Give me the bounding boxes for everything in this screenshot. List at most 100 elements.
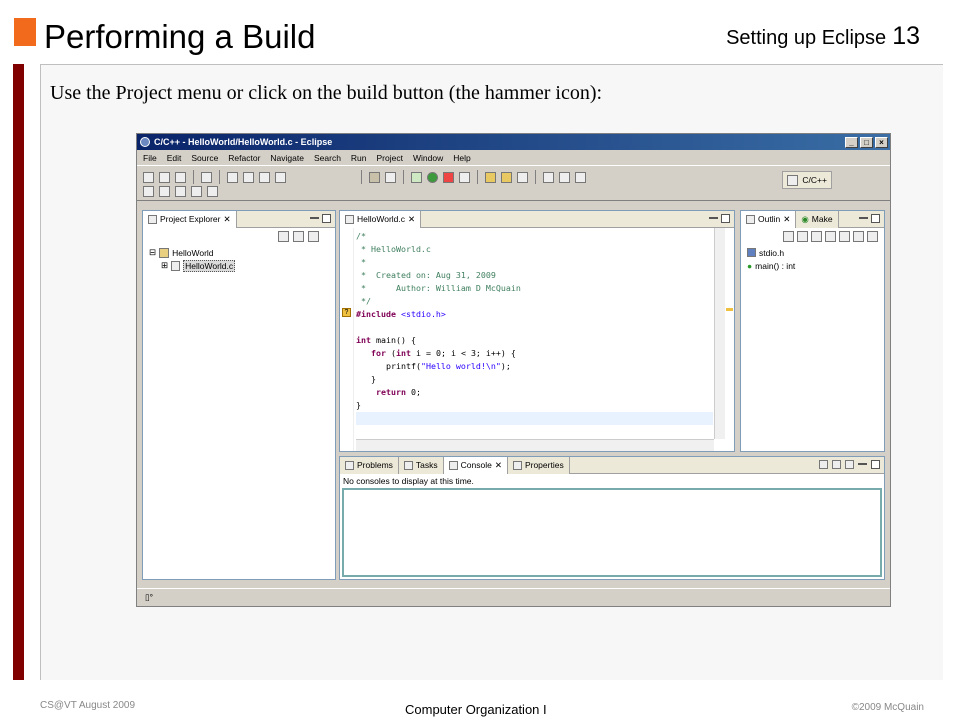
toolbar-separator (219, 170, 220, 184)
outline-item-function[interactable]: ● main() : int (741, 259, 884, 272)
tab-make[interactable]: ◉ Make (796, 210, 839, 228)
outline-item-include[interactable]: stdio.h (741, 246, 884, 259)
menu-help[interactable]: Help (453, 153, 470, 163)
editor-vertical-scrollbar[interactable] (714, 228, 725, 439)
link-editor-icon[interactable] (293, 231, 304, 242)
profile-icon[interactable] (459, 171, 470, 183)
menu-edit[interactable]: Edit (167, 153, 182, 163)
view-menu-icon[interactable] (867, 231, 878, 242)
minimize-panel-icon[interactable] (709, 217, 718, 220)
code-token: return (375, 387, 406, 397)
hide-nonpublic-icon[interactable] (839, 231, 850, 242)
sort-icon[interactable] (797, 231, 808, 242)
tab-make-label: Make (811, 214, 833, 224)
menu-bar: File Edit Source Refactor Navigate Searc… (137, 150, 890, 165)
perspective-switcher[interactable]: C/C++ (782, 171, 832, 189)
back-arrow-icon[interactable] (191, 186, 202, 197)
tab-console[interactable]: Console ✕ (443, 456, 508, 474)
pencil-icon[interactable] (517, 171, 528, 183)
menu-window[interactable]: Window (413, 153, 443, 163)
code-line: */ (356, 296, 371, 306)
toggle-icon[interactable] (559, 171, 570, 183)
menu-file[interactable]: File (143, 153, 157, 163)
new-c-file-icon[interactable] (259, 171, 270, 183)
tab-outline[interactable]: Outlin ✕ (741, 210, 797, 228)
close-window-button[interactable]: × (875, 136, 888, 148)
close-tab-icon[interactable]: ✕ (495, 460, 502, 471)
menu-navigate[interactable]: Navigate (270, 153, 304, 163)
tab-tasks[interactable]: Tasks (398, 456, 444, 474)
tab-project-explorer[interactable]: Project Explorer ✕ (143, 210, 237, 228)
hammer-build-icon[interactable] (369, 171, 380, 183)
minimize-panel-icon[interactable] (859, 217, 868, 220)
forward-arrow-icon[interactable] (207, 186, 218, 197)
new-class-icon[interactable] (275, 171, 286, 183)
new-c-project-icon[interactable] (227, 171, 238, 183)
code-editor[interactable]: ? /* * HelloWorld.c * * Created on: Aug … (340, 228, 734, 451)
fast-view-icon[interactable]: ▯° (145, 592, 153, 603)
minimize-panel-icon[interactable] (310, 217, 319, 220)
view-menu-icon[interactable] (308, 231, 319, 242)
print-icon[interactable] (175, 171, 186, 183)
hide-fields-icon[interactable] (811, 231, 822, 242)
page-number: 13 (892, 22, 920, 50)
pin-console-icon[interactable] (819, 460, 828, 469)
link-icon[interactable] (783, 231, 794, 242)
new-icon[interactable] (143, 171, 154, 183)
gear-icon[interactable] (385, 171, 396, 183)
edit-icon[interactable] (543, 171, 554, 183)
minimize-window-button[interactable]: _ (845, 136, 858, 148)
menu-search[interactable]: Search (314, 153, 341, 163)
previous-annotation-icon[interactable] (159, 186, 170, 197)
console-output-area[interactable] (342, 488, 882, 577)
open-folder-icon[interactable] (485, 171, 496, 183)
binary-icon[interactable] (201, 171, 212, 183)
folder-icon (148, 214, 157, 224)
collapse-all-icon[interactable] (278, 231, 289, 242)
tab-outline-label: Outlin (758, 214, 781, 224)
hide-macros-icon[interactable] (853, 231, 864, 242)
menu-refactor[interactable]: Refactor (228, 153, 260, 163)
menu-source[interactable]: Source (191, 153, 218, 163)
run-icon[interactable] (427, 171, 438, 183)
block-icon[interactable] (575, 171, 586, 183)
menu-run[interactable]: Run (351, 153, 367, 163)
display-console-icon[interactable] (832, 460, 841, 469)
tree-item-file[interactable]: ⊞ HelloWorld.c (143, 259, 335, 272)
menu-project[interactable]: Project (377, 153, 403, 163)
close-tab-icon[interactable]: ✕ (783, 214, 790, 225)
open-console-icon[interactable] (845, 460, 854, 469)
hide-static-icon[interactable] (825, 231, 836, 242)
footer-course: CS@VT August 2009 (40, 700, 136, 711)
editor-horizontal-scrollbar[interactable] (356, 439, 714, 451)
code-line: * Author: William D McQuain (356, 283, 521, 293)
maximize-window-button[interactable]: □ (860, 136, 873, 148)
window-titlebar[interactable]: C/C++ - HelloWorld/HelloWorld.c - Eclips… (137, 134, 890, 150)
maximize-panel-icon[interactable] (721, 214, 730, 223)
open-type-icon[interactable] (501, 171, 512, 183)
code-token: printf( (385, 361, 421, 371)
warning-marker-icon[interactable]: ? (342, 308, 351, 317)
tab-properties[interactable]: Properties (507, 456, 570, 474)
close-tab-icon[interactable]: ✕ (408, 214, 415, 225)
next-annotation-icon[interactable] (143, 186, 154, 197)
tree-item-project[interactable]: ⊟ HelloWorld (143, 246, 335, 259)
warning-overview-marker[interactable] (726, 308, 733, 311)
external-tools-icon[interactable] (443, 171, 454, 183)
close-tab-icon[interactable]: ✕ (223, 214, 230, 225)
left-accent-bar (13, 64, 24, 680)
maximize-panel-icon[interactable] (871, 214, 880, 223)
collapse-node-icon[interactable]: ⊟ (149, 247, 156, 258)
debug-bug-icon[interactable] (411, 171, 422, 183)
maximize-panel-icon[interactable] (871, 460, 880, 469)
expand-node-icon[interactable]: ⊞ (161, 260, 168, 271)
code-token: 0; (405, 387, 421, 397)
maximize-panel-icon[interactable] (322, 214, 331, 223)
tab-problems[interactable]: Problems (340, 456, 399, 474)
last-edit-icon[interactable] (175, 186, 186, 197)
save-icon[interactable] (159, 171, 170, 183)
tab-helloworld-c[interactable]: HelloWorld.c ✕ (340, 210, 422, 228)
open-perspective-icon[interactable] (787, 174, 799, 186)
minimize-panel-icon[interactable] (858, 463, 867, 466)
new-folder-icon[interactable] (243, 171, 254, 183)
